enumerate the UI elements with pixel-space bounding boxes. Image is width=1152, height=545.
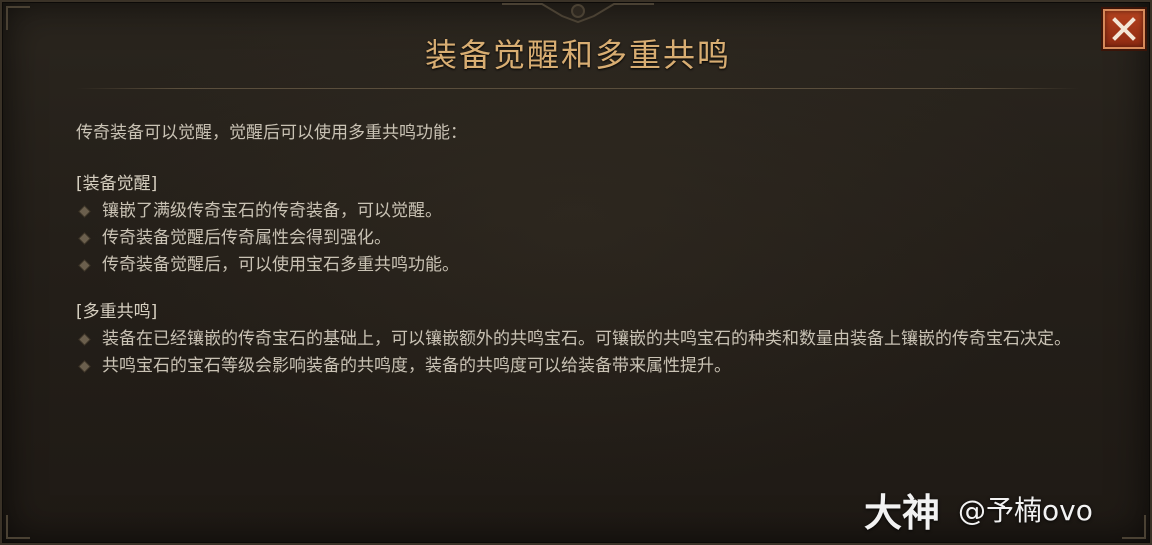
list-item: 共鸣宝石的宝石等级会影响装备的共鸣度，装备的共鸣度可以给装备带来属性提升。 <box>76 353 1076 380</box>
list-item-text: 共鸣宝石的宝石等级会影响装备的共鸣度，装备的共鸣度可以给装备带来属性提升。 <box>102 356 731 376</box>
frame-top-ornament-icon <box>502 3 654 24</box>
intro-text: 传奇装备可以觉醒，觉醒后可以使用多重共鸣功能： <box>76 123 467 143</box>
diamond-bullet-icon <box>79 334 90 345</box>
section-heading-awakening: [装备觉醒] <box>76 174 158 194</box>
list-item-text: 传奇装备觉醒后传奇属性会得到强化。 <box>102 228 391 248</box>
frame-corner-bottom-left <box>6 515 30 539</box>
watermark-brand: 大神 <box>864 490 941 535</box>
dialog-content: 传奇装备可以觉醒，觉醒后可以使用多重共鸣功能： [装备觉醒] 镶嵌了满级传奇宝石… <box>76 120 1076 400</box>
title-divider <box>76 88 1080 89</box>
diamond-bullet-icon <box>79 361 90 372</box>
list-item: 镶嵌了满级传奇宝石的传奇装备，可以觉醒。 <box>76 198 1076 225</box>
dialog-panel: 装备觉醒和多重共鸣 传奇装备可以觉醒，觉醒后可以使用多重共鸣功能： [装备觉醒]… <box>0 0 1152 545</box>
list-item-text: 镶嵌了满级传奇宝石的传奇装备，可以觉醒。 <box>102 201 442 221</box>
frame-corner-bottom-right <box>1122 515 1146 539</box>
awakening-list: 镶嵌了满级传奇宝石的传奇装备，可以觉醒。 传奇装备觉醒后传奇属性会得到强化。 传… <box>76 198 1076 279</box>
frame-corner-top-left <box>6 6 30 30</box>
watermark: 大神 @予楠ovo <box>864 484 1093 535</box>
diamond-bullet-icon <box>79 233 90 244</box>
resonance-list: 装备在已经镶嵌的传奇宝石的基础上，可以镶嵌额外的共鸣宝石。可镶嵌的共鸣宝石的种类… <box>76 326 1076 380</box>
list-item: 装备在已经镶嵌的传奇宝石的基础上，可以镶嵌额外的共鸣宝石。可镶嵌的共鸣宝石的种类… <box>76 326 1076 353</box>
list-item-text: 传奇装备觉醒后，可以使用宝石多重共鸣功能。 <box>102 255 459 275</box>
diamond-bullet-icon <box>79 260 90 271</box>
watermark-user: @予楠ovo <box>958 494 1093 527</box>
list-item: 传奇装备觉醒后传奇属性会得到强化。 <box>76 225 1076 252</box>
close-button[interactable] <box>1103 9 1145 49</box>
diamond-bullet-icon <box>79 206 90 217</box>
close-x-icon <box>1112 17 1136 41</box>
dialog-title: 装备觉醒和多重共鸣 <box>424 36 731 74</box>
list-item-text: 装备在已经镶嵌的传奇宝石的基础上，可以镶嵌额外的共鸣宝石。可镶嵌的共鸣宝石的种类… <box>102 329 1071 349</box>
list-item: 传奇装备觉醒后，可以使用宝石多重共鸣功能。 <box>76 252 1076 279</box>
section-heading-resonance: [多重共鸣] <box>76 302 158 322</box>
